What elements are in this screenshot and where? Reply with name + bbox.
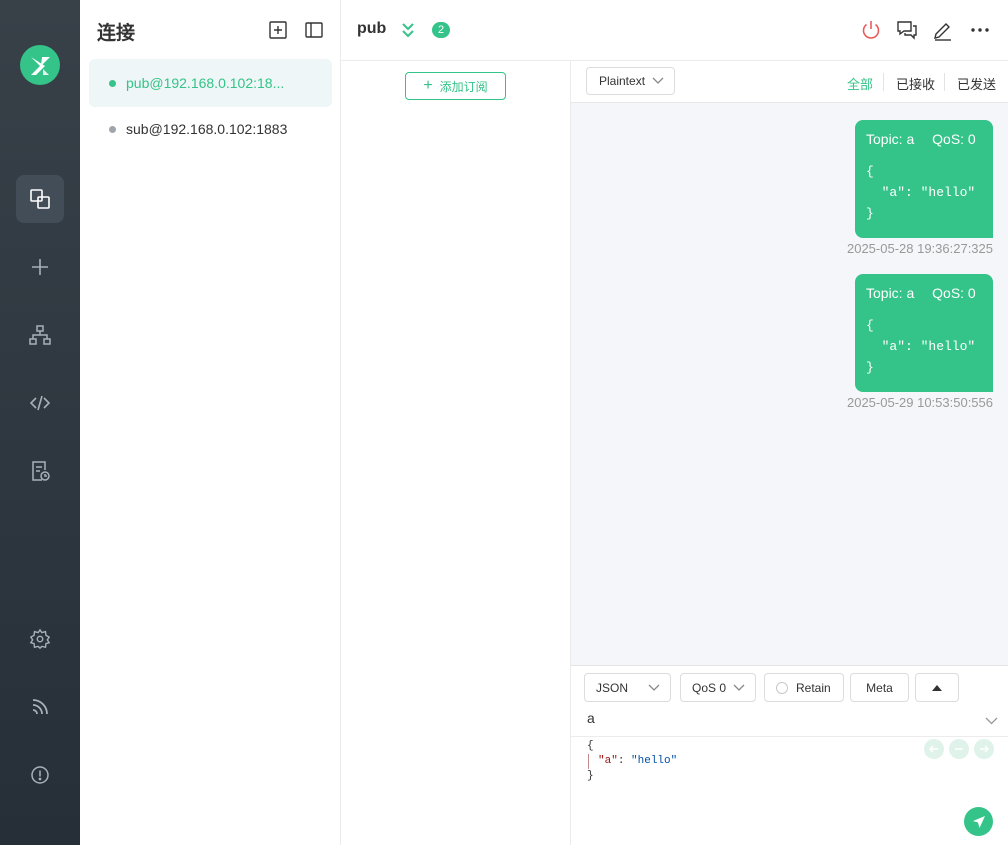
toggle-panel-icon[interactable]	[304, 20, 324, 40]
message-qos: QoS: 0	[932, 131, 976, 147]
chevron-down-icon	[652, 77, 664, 84]
topology-icon[interactable]	[16, 311, 64, 359]
settings-icon[interactable]	[16, 615, 64, 663]
message-topic: Topic: a	[866, 285, 915, 301]
meta-label: Meta	[866, 680, 893, 695]
topic-input[interactable]: a	[587, 710, 595, 726]
message-payload: { "a": "hello" }	[866, 318, 976, 375]
code-line: {	[587, 740, 594, 752]
more-icon[interactable]	[968, 18, 992, 42]
json-colon: :	[617, 755, 632, 767]
chevron-down-icon[interactable]	[985, 717, 998, 725]
code-line: }	[587, 770, 594, 782]
meta-button[interactable]: Meta	[850, 673, 909, 702]
message-payload: { "a": "hello" }	[866, 164, 976, 221]
retain-checkbox[interactable]: Retain	[764, 673, 844, 702]
filter-all[interactable]: 全部	[847, 74, 873, 93]
publish-format-value: JSON	[596, 680, 629, 695]
qos-value: QoS 0	[692, 680, 727, 695]
publish-format-select[interactable]: JSON	[584, 673, 671, 702]
message-qos: QoS: 0	[932, 285, 976, 301]
message-list: Topic: a QoS: 0 { "a": "hello" } 2025-05…	[571, 103, 1008, 665]
panel-title: 连接	[97, 23, 136, 44]
history-clear-icon[interactable]	[949, 739, 969, 759]
plus-icon: +	[423, 77, 433, 94]
chevron-down-icon	[648, 684, 660, 691]
radio-circle	[776, 681, 788, 694]
expand-subs-icon[interactable]	[400, 21, 416, 44]
retain-label: Retain	[796, 680, 831, 695]
messages-icon[interactable]	[895, 18, 919, 42]
connections-icon[interactable]	[16, 175, 64, 223]
divider	[571, 736, 1008, 737]
add-subscription-label: 添加订阅	[439, 79, 488, 94]
chevron-down-icon	[733, 684, 745, 691]
disconnect-icon[interactable]	[859, 18, 883, 42]
connection-name: pub@192.168.0.102:18...	[126, 75, 285, 91]
connection-name: sub@192.168.0.102:1883	[126, 121, 288, 137]
divider	[944, 73, 945, 91]
subscription-count-badge: 2	[432, 22, 450, 38]
about-icon[interactable]	[16, 751, 64, 799]
filter-sent[interactable]: 已发送	[957, 74, 996, 93]
message-bubble[interactable]: Topic: a QoS: 0 { "a": "hello" }	[855, 120, 993, 238]
status-dot	[109, 79, 116, 87]
status-dot	[109, 125, 116, 133]
payload-format-select[interactable]: Plaintext	[586, 67, 675, 95]
filter-received[interactable]: 已接收	[896, 74, 935, 93]
connection-title: pub	[357, 20, 387, 37]
code-line: "a": "hello"	[588, 754, 677, 769]
qos-select[interactable]: QoS 0	[680, 673, 756, 702]
new-tab-icon[interactable]	[268, 20, 288, 40]
connection-item-sub[interactable]: sub@192.168.0.102:1883	[89, 105, 332, 153]
json-key: "a"	[598, 755, 618, 767]
history-prev-icon[interactable]	[924, 739, 944, 759]
publish-composer: JSON QoS 0 Retain Meta a { "a": "hello" …	[571, 665, 1008, 845]
payload-editor[interactable]: { "a": "hello" }	[587, 739, 677, 784]
connection-item-pub[interactable]: pub@192.168.0.102:18...	[89, 59, 332, 107]
history-next-icon[interactable]	[974, 739, 994, 759]
app-nav-rail	[0, 0, 80, 845]
edit-icon[interactable]	[931, 18, 955, 42]
message-timestamp: 2025-05-28 19:36:27:325	[846, 241, 993, 256]
log-icon[interactable]	[16, 447, 64, 495]
logo-icon	[20, 45, 60, 85]
add-subscription-button[interactable]: + 添加订阅	[405, 72, 506, 100]
message-topic: Topic: a	[866, 131, 915, 147]
message-timestamp: 2025-05-29 10:53:50:556	[846, 395, 993, 410]
connection-list-panel: 连接 pub@192.168.0.102:18... sub@192.168.0…	[80, 0, 341, 845]
caret-up-icon	[932, 684, 942, 691]
send-icon[interactable]	[964, 807, 993, 836]
subscriptions-panel: + 添加订阅	[341, 61, 571, 845]
payload-format-value: Plaintext	[599, 74, 646, 88]
message-toolbar: Plaintext 全部 已接收 已发送	[571, 61, 1008, 103]
json-value: "hello"	[631, 755, 678, 767]
message-bubble[interactable]: Topic: a QoS: 0 { "a": "hello" }	[855, 274, 993, 392]
script-icon[interactable]	[16, 379, 64, 427]
collapse-button[interactable]	[915, 673, 959, 702]
new-connection-icon[interactable]	[16, 243, 64, 291]
connection-header: pub 2	[341, 0, 1008, 61]
divider	[883, 73, 884, 91]
feed-icon[interactable]	[16, 683, 64, 731]
